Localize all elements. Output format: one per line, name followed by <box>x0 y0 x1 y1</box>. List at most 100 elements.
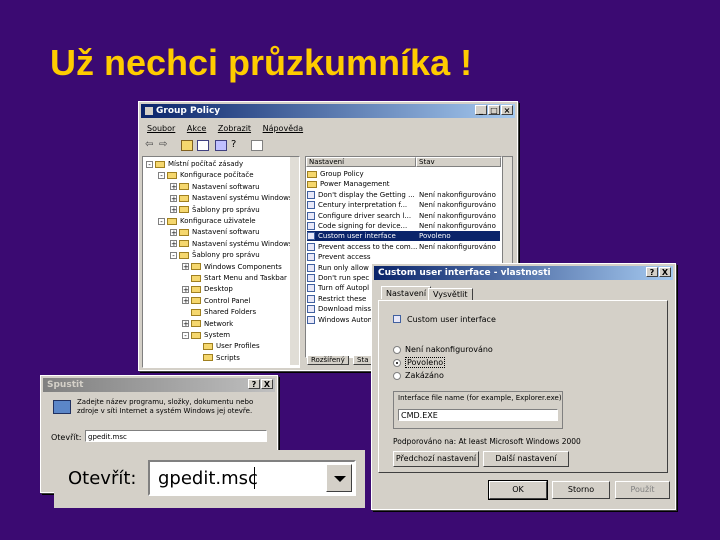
tree-scrollbar[interactable] <box>290 157 299 365</box>
tree-item[interactable]: + Windows Components <box>182 262 282 272</box>
tree-item[interactable]: Scripts <box>194 353 240 363</box>
state-radio[interactable]: Povoleno <box>393 357 446 368</box>
policy-name: Custom user interface <box>407 315 496 324</box>
policy-icon <box>307 211 315 220</box>
tree-item[interactable]: + Network <box>182 319 233 329</box>
policy-name-text: Code signing for device... <box>318 222 408 230</box>
tree-item-label: Start Menu and Taskbar <box>204 274 287 282</box>
policy-state-cell: Není nakonfigurováno <box>419 222 496 230</box>
properties-titlebar[interactable]: Custom user interface - vlastnosti <box>374 266 673 280</box>
menu-soubor[interactable]: Soubor <box>147 124 175 133</box>
expand-icon[interactable]: + <box>170 194 177 202</box>
group-policy-titlebar[interactable]: Group Policy <box>141 104 515 118</box>
table-row[interactable]: Custom user interface Povoleno <box>307 231 500 242</box>
help-icon[interactable]: ? <box>231 139 236 150</box>
previous-setting-button[interactable]: Předchozí nastavení <box>393 451 479 467</box>
collapse-icon[interactable]: - <box>170 251 177 259</box>
table-row[interactable]: Power Management <box>307 179 500 189</box>
ok-button[interactable]: OK <box>488 480 548 500</box>
collapse-icon[interactable]: - <box>182 331 189 339</box>
view-icon[interactable] <box>251 140 263 151</box>
zoom-open-label: Otevřít: <box>68 468 137 489</box>
tree-item[interactable]: User Profiles <box>194 341 260 351</box>
table-row[interactable]: Century interpretation f... Není nakonfig… <box>307 200 500 210</box>
tree-item[interactable]: Shared Folders <box>182 307 256 317</box>
table-row[interactable]: Configure driver search l... Není nakonfi… <box>307 211 500 221</box>
collapse-icon[interactable]: - <box>158 217 165 225</box>
expand-icon[interactable]: + <box>182 285 189 293</box>
tree-item[interactable]: + Desktop <box>182 284 233 294</box>
expand-icon[interactable]: + <box>170 228 177 236</box>
expand-icon[interactable]: + <box>182 297 189 305</box>
column-header-state[interactable]: Stav <box>416 157 501 167</box>
tree-item[interactable]: - Konfigurace počítače <box>158 170 254 180</box>
expand-icon[interactable]: + <box>170 206 177 214</box>
folder-icon <box>179 240 189 248</box>
tab-standard[interactable]: Sta <box>353 356 373 365</box>
expand-icon[interactable]: + <box>182 263 189 271</box>
run-help-button[interactable]: ? <box>248 379 260 389</box>
tab-nastaveni[interactable]: Nastavení <box>381 286 432 299</box>
tree-item[interactable]: + Nastavení systému Windows <box>170 239 292 249</box>
collapse-icon[interactable]: - <box>146 160 153 168</box>
up-folder-icon[interactable] <box>181 140 193 151</box>
minimize-button[interactable]: _ <box>475 105 487 115</box>
table-row[interactable]: Don't display the Getting ... Není nakonf… <box>307 190 500 200</box>
radio-label: Není nakonfigurováno <box>405 345 493 354</box>
help-button[interactable]: ? <box>646 267 658 277</box>
cancel-button[interactable]: Storno <box>552 481 610 499</box>
expand-icon[interactable]: + <box>170 240 177 248</box>
policy-icon <box>307 274 315 282</box>
maximize-button[interactable]: □ <box>488 105 500 115</box>
menu-zobrazit[interactable]: Zobrazit <box>218 124 251 133</box>
tree-item[interactable]: + Nastavení systému Windows <box>170 193 292 203</box>
tree-item[interactable]: - Konfigurace uživatele <box>158 216 256 226</box>
properties-icon[interactable] <box>197 140 209 151</box>
folder-icon <box>167 171 177 179</box>
forward-arrow-icon[interactable]: ⇨ <box>159 139 167 150</box>
tree-item[interactable]: - System <box>182 330 230 340</box>
file-name-input[interactable]: CMD.EXE <box>398 409 558 421</box>
run-titlebar[interactable]: Spustit <box>43 378 275 392</box>
menu-napoveda[interactable]: Nápověda <box>263 124 304 133</box>
policy-name-text: Group Policy <box>320 170 364 178</box>
collapse-icon[interactable]: - <box>158 171 165 179</box>
tree-item[interactable]: + Nastavení softwaru <box>170 227 260 237</box>
run-close-button[interactable]: X <box>261 379 273 389</box>
policy-name-text: Don't run spec <box>318 274 370 282</box>
export-icon[interactable] <box>215 140 227 151</box>
tree-item[interactable]: + Nastavení softwaru <box>170 182 260 192</box>
tab-vysvetlit[interactable]: Vysvětlit <box>428 288 473 300</box>
radio-button[interactable] <box>393 358 401 367</box>
table-row[interactable]: Prevent access <box>307 252 500 262</box>
table-row[interactable]: Group Policy <box>307 169 500 179</box>
tab-extended[interactable]: Rozšířený <box>307 356 349 365</box>
column-header-setting[interactable]: Nastavení <box>306 157 416 167</box>
tree-item[interactable]: - Místní počítač zásady <box>146 159 243 169</box>
radio-label: Povoleno <box>405 357 446 368</box>
tree-item[interactable]: + Šablony pro správu <box>170 205 260 215</box>
zoom-dropdown-button[interactable] <box>326 464 352 492</box>
run-open-input[interactable]: gpedit.msc <box>85 430 267 442</box>
state-radio[interactable]: Není nakonfigurováno <box>393 345 493 354</box>
back-arrow-icon[interactable]: ⇦ <box>145 139 153 150</box>
close-button[interactable]: × <box>501 105 513 115</box>
policy-state-cell: Není nakonfigurováno <box>419 190 496 199</box>
run-title: Spustit <box>47 380 84 390</box>
menu-akce[interactable]: Akce <box>187 124 206 133</box>
next-setting-button[interactable]: Další nastavení <box>483 451 569 467</box>
tree-item[interactable]: - Šablony pro správu <box>170 250 260 260</box>
close-button[interactable]: X <box>659 267 671 277</box>
radio-button[interactable] <box>393 371 401 380</box>
zoom-open-input[interactable]: gpedit.msc <box>148 460 356 496</box>
policy-name-text: Restrict these <box>318 294 367 303</box>
expand-icon[interactable]: + <box>170 183 177 191</box>
state-radio[interactable]: Zakázáno <box>393 371 444 380</box>
expand-icon[interactable]: + <box>182 320 189 328</box>
tree-item[interactable]: + Control Panel <box>182 296 250 306</box>
properties-title: Custom user interface - vlastnosti <box>378 268 551 278</box>
tree-item[interactable]: Start Menu and Taskbar <box>182 273 287 283</box>
table-row[interactable]: Code signing for device... Není nakonfigu… <box>307 221 500 231</box>
radio-button[interactable] <box>393 345 401 354</box>
table-row[interactable]: Prevent access to the com... Není nakonfi… <box>307 242 500 252</box>
